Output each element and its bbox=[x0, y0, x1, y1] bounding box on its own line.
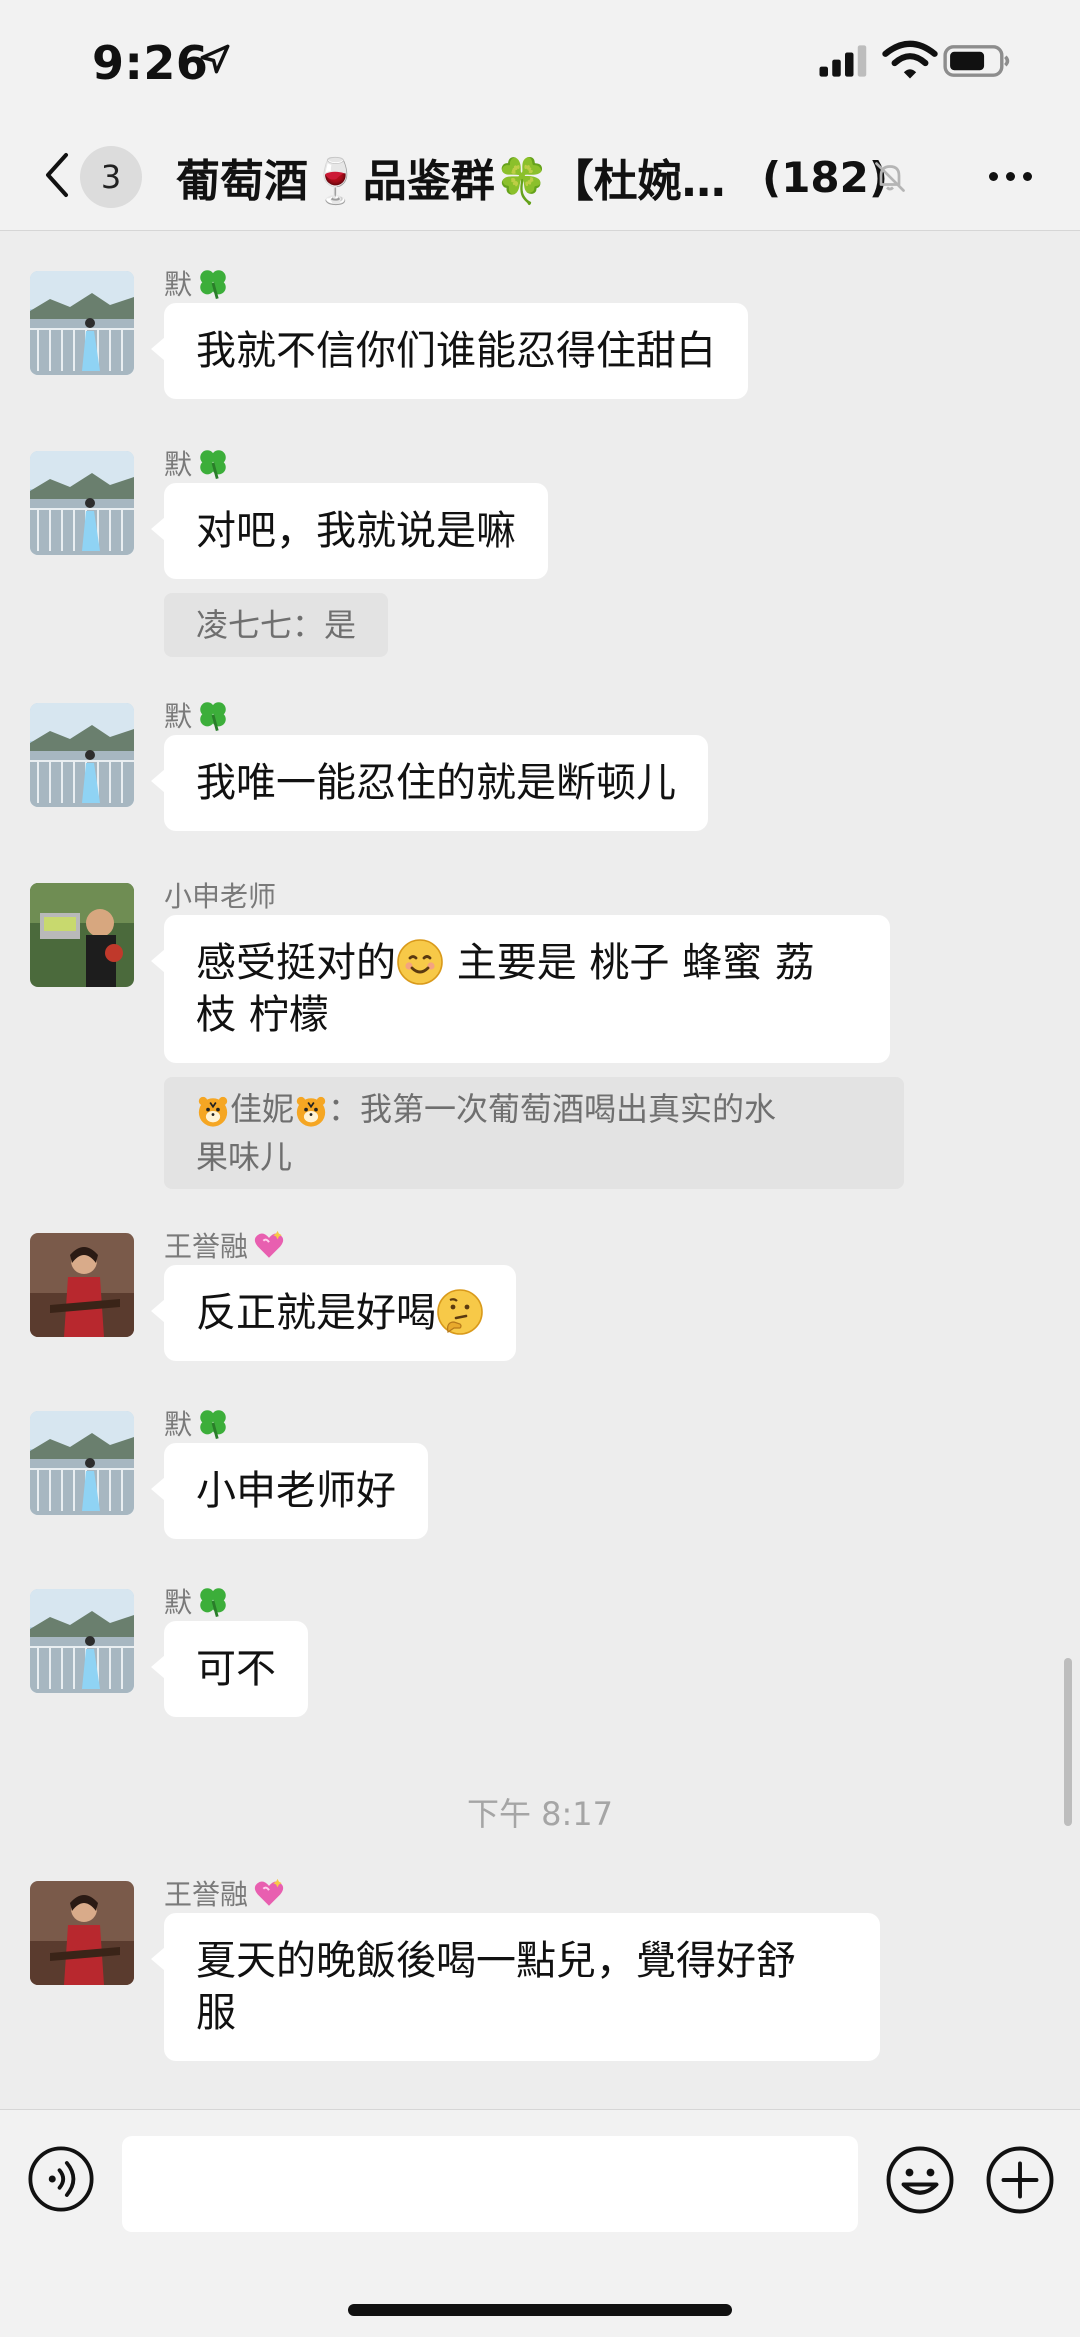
sender-name: 小申老师 bbox=[164, 880, 277, 913]
time-divider: 下午 8:17 bbox=[466, 1795, 614, 1833]
ellipsis-icon bbox=[988, 171, 998, 181]
clover-icon bbox=[200, 702, 226, 731]
avatar-image bbox=[30, 1589, 134, 1693]
sparkling-heart-icon bbox=[254, 1230, 284, 1258]
avatar-image bbox=[30, 451, 134, 555]
message-bubble[interactable]: 可不 bbox=[151, 1621, 308, 1717]
sender-name: 默 bbox=[164, 1581, 230, 1621]
chat-header: 3 葡萄酒🍷品鉴群🍀【杜婉… (182) bbox=[0, 120, 1080, 231]
message-bubble[interactable]: 小申老师好 bbox=[151, 1443, 428, 1539]
quoted-text: ：我第一次葡萄酒喝出真实的水 bbox=[328, 1090, 777, 1128]
member-count: (182) bbox=[762, 152, 889, 202]
message-bubble[interactable]: 夏天的晚飯後喝一點兒，覺得好舒 服 bbox=[151, 1913, 880, 2061]
message-text: 我就不信你们谁能忍得住甜白 bbox=[196, 328, 716, 374]
sender-name: 默 bbox=[164, 443, 230, 483]
message-bubble[interactable]: 我唯一能忍住的就是断顿儿 bbox=[151, 735, 708, 831]
message-bubble[interactable]: 感受挺对的 主要是 桃子 蜂蜜 荔 枝 柠檬 bbox=[151, 915, 890, 1063]
message-text: 小申老师好 bbox=[196, 1468, 396, 1514]
message-bubble[interactable]: 反正就是好喝 bbox=[151, 1265, 516, 1361]
message-text: 我唯一能忍住的就是断顿儿 bbox=[196, 760, 676, 806]
input-bar bbox=[0, 2109, 1080, 2337]
sender-name: 王誉融 bbox=[164, 1225, 286, 1265]
tiger-emoji bbox=[296, 1096, 326, 1127]
cellular-signal-icon bbox=[819, 45, 867, 77]
chevron-left-icon bbox=[46, 153, 68, 197]
back-button[interactable] bbox=[34, 142, 80, 208]
message-text: 对吧，我就说是嘛 bbox=[196, 508, 516, 554]
avatar[interactable] bbox=[30, 1881, 134, 1985]
sparkling-heart-icon bbox=[254, 1878, 284, 1906]
avatar-image bbox=[30, 1233, 134, 1337]
quoted-text: 凌七七：是 bbox=[196, 606, 357, 644]
clover-icon bbox=[200, 450, 226, 479]
sender-name: 默 bbox=[164, 263, 230, 303]
message-text: 夏天的晚飯後喝一點兒，覺得好舒 bbox=[196, 1938, 796, 1984]
tiger-emoji bbox=[198, 1096, 228, 1127]
avatar[interactable] bbox=[30, 1233, 134, 1337]
avatar[interactable] bbox=[30, 703, 134, 807]
avatar[interactable] bbox=[30, 451, 134, 555]
avatar-image bbox=[30, 1881, 134, 1985]
clover-icon bbox=[200, 1410, 226, 1439]
quoted-message[interactable]: 佳妮 ：我第一次葡萄酒喝出真实的水 果味儿 bbox=[164, 1077, 904, 1189]
thinking-face-emoji bbox=[437, 1289, 483, 1335]
message-bubble[interactable]: 对吧，我就说是嘛 bbox=[151, 483, 548, 579]
wifi-icon bbox=[882, 40, 938, 79]
home-indicator[interactable] bbox=[348, 2304, 732, 2316]
battery-icon bbox=[943, 45, 1010, 77]
avatar[interactable] bbox=[30, 883, 134, 987]
bell-slash-icon bbox=[875, 162, 905, 192]
unread-count-badge[interactable]: 3 bbox=[80, 146, 142, 208]
message-text: 可不 bbox=[196, 1646, 276, 1692]
avatar[interactable] bbox=[30, 1589, 134, 1693]
sender-name: 默 bbox=[164, 695, 230, 735]
plus-icon[interactable] bbox=[984, 2144, 1056, 2216]
chat-title[interactable]: 葡萄酒🍷品鉴群🍀【杜婉… bbox=[176, 146, 736, 208]
avatar-image bbox=[30, 1411, 134, 1515]
message-text: 反正就是好喝 bbox=[196, 1290, 436, 1336]
message-input[interactable] bbox=[122, 2136, 858, 2232]
status-bar: 9:26 bbox=[0, 0, 1080, 120]
sender-name: 默 bbox=[164, 1403, 230, 1443]
voice-icon[interactable] bbox=[26, 2144, 96, 2214]
location-arrow-icon bbox=[200, 44, 230, 74]
clover-icon bbox=[200, 1588, 226, 1617]
sender-name: 王誉融 bbox=[164, 1873, 286, 1913]
message-text: 感受挺对的 主要是 桃子 蜂蜜 荔 bbox=[196, 939, 815, 986]
avatar-image bbox=[30, 703, 134, 807]
smiley-icon[interactable] bbox=[884, 2144, 956, 2216]
avatar[interactable] bbox=[30, 1411, 134, 1515]
scrollbar[interactable] bbox=[1064, 1658, 1072, 1826]
avatar[interactable] bbox=[30, 271, 134, 375]
message-bubble[interactable]: 我就不信你们谁能忍得住甜白 bbox=[151, 303, 748, 399]
smiling-face-emoji bbox=[397, 939, 443, 985]
status-time: 9:26 bbox=[92, 36, 209, 90]
avatar-image bbox=[30, 883, 134, 987]
avatar-image bbox=[30, 271, 134, 375]
clover-icon bbox=[200, 270, 226, 299]
quoted-sender: 佳妮 bbox=[230, 1090, 295, 1128]
more-button[interactable] bbox=[980, 148, 1040, 204]
quoted-message[interactable]: 凌七七：是 bbox=[164, 593, 389, 657]
message-list[interactable]: 默 我就不信你们谁能忍得住甜白 默 对吧，我就说是嘛 凌七七：是 默 我唯一能忍… bbox=[0, 231, 1080, 2109]
